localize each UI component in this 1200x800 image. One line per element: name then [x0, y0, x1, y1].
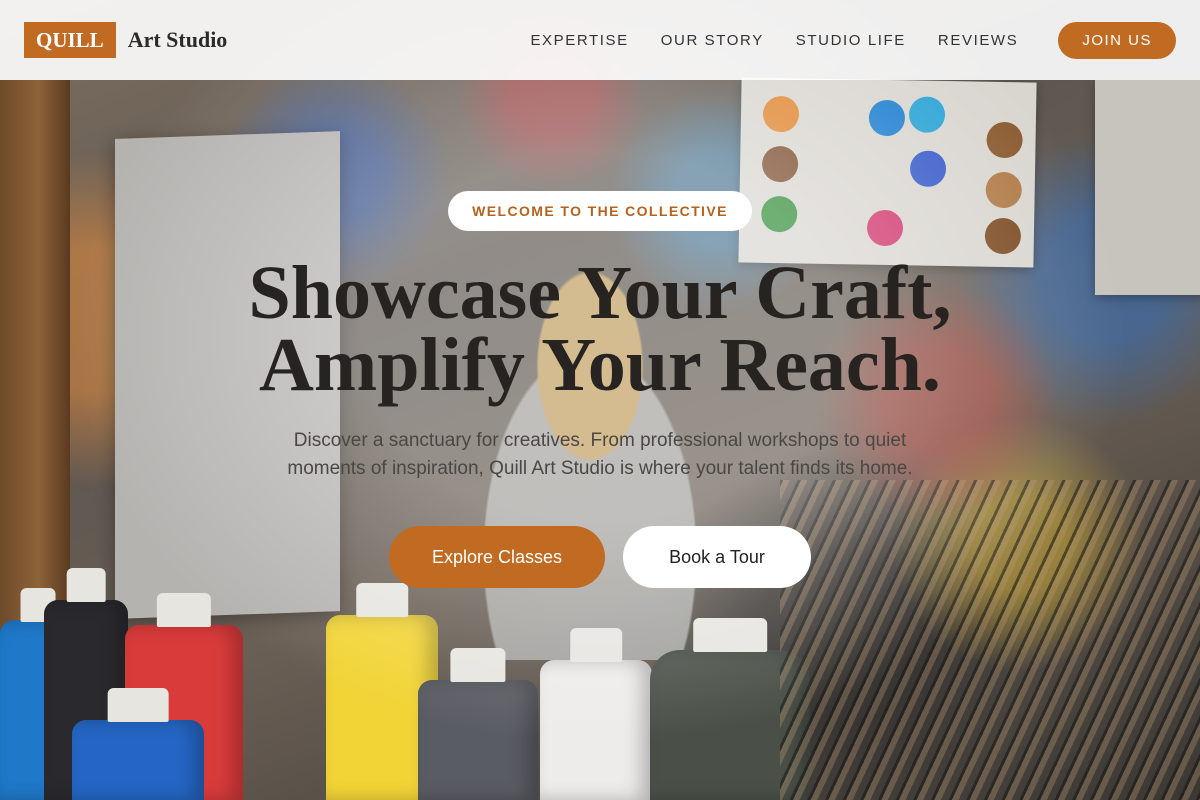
- hero-headline-line-1: Showcase Your Craft,: [248, 251, 952, 335]
- site-header: QUILL Art Studio EXPERTISE OUR STORY STU…: [0, 0, 1200, 80]
- explore-classes-button[interactable]: Explore Classes: [389, 526, 605, 588]
- main-nav: EXPERTISE OUR STORY STUDIO LIFE REVIEWS …: [530, 21, 1176, 59]
- hero-headline: Showcase Your Craft, Amplify Your Reach.: [248, 251, 952, 407]
- hero-headline-line-2: Amplify Your Reach.: [259, 323, 941, 407]
- brand-name: Art Studio: [127, 27, 228, 52]
- nav-link-studio-life[interactable]: STUDIO LIFE: [796, 32, 906, 49]
- book-a-tour-button[interactable]: Book a Tour: [623, 526, 811, 588]
- nav-link-reviews[interactable]: REVIEWS: [938, 32, 1018, 49]
- hero-section: WELCOME TO THE COLLECTIVE Showcase Your …: [0, 80, 1200, 800]
- nav-link-our-story[interactable]: OUR STORY: [661, 32, 764, 49]
- hero-cta-row: Explore Classes Book a Tour: [389, 526, 811, 588]
- join-us-button[interactable]: JOIN US: [1058, 21, 1176, 59]
- welcome-badge: WELCOME TO THE COLLECTIVE: [448, 191, 752, 231]
- brand[interactable]: QUILL Art Studio: [24, 22, 227, 58]
- hero-subtext: Discover a sanctuary for creatives. From…: [287, 430, 913, 479]
- nav-link-expertise[interactable]: EXPERTISE: [530, 32, 628, 49]
- logo[interactable]: QUILL: [24, 22, 116, 58]
